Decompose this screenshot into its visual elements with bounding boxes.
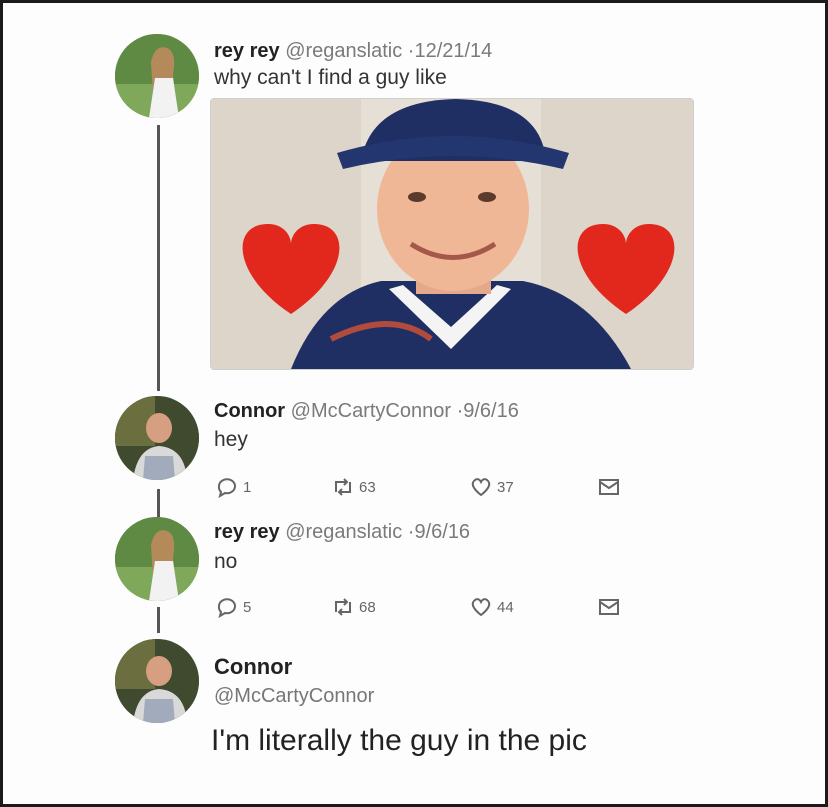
photo-smiling-guy-baseball-cap-hearts-icon [211,99,693,369]
final-tweet-handle[interactable]: @McCartyConnor [214,685,374,708]
tweet-2-text: hey [214,428,248,451]
avatar-rey-rey[interactable] [115,517,199,601]
tweet-3-header: rey rey @reganslatic ·9/6/16 [214,521,470,544]
thread-line [157,489,160,517]
tweet-2-date[interactable]: 9/6/16 [463,400,519,422]
man-portrait-avatar-icon [115,639,199,723]
reply-icon [217,598,236,619]
like-count: 37 [497,478,514,496]
message-button[interactable] [597,475,625,499]
message-button[interactable] [597,595,625,619]
tweet-1-media-image[interactable] [210,98,694,370]
reply-count: 1 [243,478,252,496]
retweet-count: 68 [359,598,376,616]
envelope-icon [599,479,619,495]
tweet-1-text: why can't I find a guy like [214,66,447,89]
like-count: 44 [497,598,514,616]
reply-button[interactable]: 5 [215,595,251,619]
tweet-1-name[interactable]: rey rey [214,40,280,62]
tweet-2-actions: 1 63 37 [215,475,635,501]
tweet-3-text: no [214,550,238,573]
avatar-connor[interactable] [115,396,199,480]
final-tweet-name[interactable]: Connor [214,654,292,680]
envelope-icon [599,599,619,615]
like-button[interactable]: 37 [469,475,514,499]
retweet-icon [335,598,351,616]
woman-portrait-avatar-icon [115,517,199,601]
retweet-button[interactable]: 63 [331,475,376,499]
tweet-3-date[interactable]: 9/6/16 [414,521,470,543]
tweet-2-handle[interactable]: @McCartyConnor [291,400,451,422]
reply-button[interactable]: 1 [215,475,251,499]
man-portrait-avatar-icon [115,396,199,480]
woman-portrait-avatar-icon [115,34,199,118]
heart-icon [471,598,491,617]
avatar-rey-rey[interactable] [115,34,199,118]
reply-icon [217,478,236,499]
tweet-1-header: rey rey @reganslatic ·12/21/14 [214,40,492,63]
tweet-1-date[interactable]: 12/21/14 [414,40,492,62]
tweet-3-actions: 5 68 44 [215,595,635,621]
tweet-3-name[interactable]: rey rey [214,521,280,543]
like-button[interactable]: 44 [469,595,514,619]
tweet-3-handle[interactable]: @reganslatic [285,521,402,543]
meme-screenshot: rey rey @reganslatic ·12/21/14 why can't… [3,3,825,804]
avatar-connor[interactable] [115,639,199,723]
heart-icon [471,478,491,497]
retweet-button[interactable]: 68 [331,595,376,619]
tweet-1-handle[interactable]: @reganslatic [285,40,402,62]
tweet-2-header: Connor @McCartyConnor ·9/6/16 [214,400,519,423]
thread-line [157,125,160,391]
reply-count: 5 [243,598,252,616]
retweet-icon [335,478,351,496]
retweet-count: 63 [359,478,376,496]
thread-line [157,607,160,633]
tweet-2-name[interactable]: Connor [214,400,285,422]
final-tweet-text: I'm literally the guy in the pic [211,724,587,757]
